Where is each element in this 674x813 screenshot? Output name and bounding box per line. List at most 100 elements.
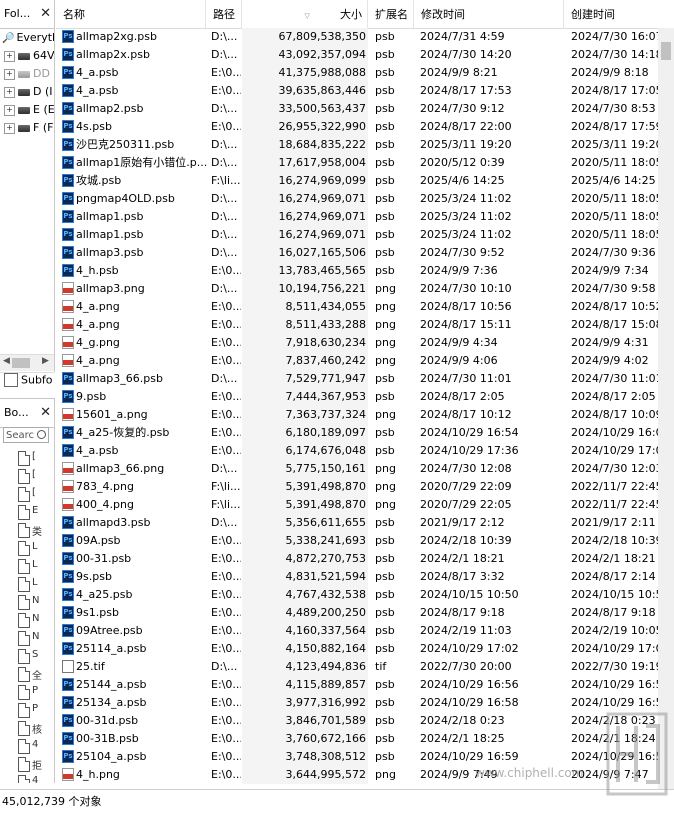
file-size: 8,511,434,055 xyxy=(242,298,368,316)
scroll-right-icon[interactable]: ▶ xyxy=(42,356,49,366)
drive-icon xyxy=(18,124,30,132)
expand-icon[interactable]: + xyxy=(4,50,15,62)
table-row[interactable]: Ps 9.psb E:\0... 7,444,367,953 psb 2024/8/17 … xyxy=(56,388,674,406)
table-row[interactable]: Ps 4_a25.psb E:\0... 4,767,432,538 psb 2024/1… xyxy=(56,586,674,604)
table-row[interactable]: Ps 4_a.psb E:\0... 41,375,988,088 psb 2024/9/… xyxy=(56,64,674,82)
column-modified[interactable]: 修改时间 xyxy=(414,0,564,28)
table-row[interactable]: 4_a.png E:\0... 8,511,434,055 png 2024/8/17 … xyxy=(56,298,674,316)
table-row[interactable]: Ps 4_a25-恢复的.psb E:\0... 6,180,189,097 psb 20… xyxy=(56,424,674,442)
folders-pane-title: Fol... ✕ xyxy=(0,0,54,29)
file-size: 3,977,316,992 xyxy=(242,694,368,712)
bookmark-item-label: L xyxy=(32,559,38,570)
folder-tree-item[interactable]: + F (F xyxy=(0,119,54,137)
drive-icon xyxy=(18,106,30,114)
table-row[interactable]: 783_4.png F:\li... 5,391,498,870 png 2020/7/… xyxy=(56,478,674,496)
table-row[interactable]: 4_a.png E:\0... 8,511,433,288 png 2024/8/17 … xyxy=(56,316,674,334)
file-extension: psb xyxy=(375,66,395,79)
sort-descending-icon: ▽ xyxy=(304,12,310,20)
table-row[interactable]: Ps 00-31B.psb E:\0... 3,760,672,166 psb 2024/… xyxy=(56,730,674,748)
file-extension: psb xyxy=(375,192,395,205)
table-row[interactable]: Ps allmap2x.psb D:\... 43,092,357,094 psb 202… xyxy=(56,46,674,64)
file-path: E:\0... xyxy=(211,354,241,367)
table-row[interactable]: Ps 25114_a.psb E:\0... 4,150,882,164 psb 2024… xyxy=(56,640,674,658)
bookmark-item-label: 4 xyxy=(32,739,39,750)
file-extension: psb xyxy=(375,156,395,169)
file-name: 4_g.png xyxy=(76,336,120,349)
folder-tree-item[interactable]: + E (E xyxy=(0,101,54,119)
file-name: allmap3.png xyxy=(76,282,145,295)
table-row[interactable]: Ps 沙巴克250311.psb D:\... 18,684,835,222 psb 20… xyxy=(56,136,674,154)
table-row[interactable]: 25.tif D:\... 4,123,494,836 tif 2022/7/30 20… xyxy=(56,658,674,676)
table-row[interactable]: Ps 00-31.psb E:\0... 4,872,270,753 psb 2024/2… xyxy=(56,550,674,568)
table-row[interactable]: Ps 4_h.psb E:\0... 13,783,465,565 psb 2024/9/… xyxy=(56,262,674,280)
include-subfolders-checkbox[interactable] xyxy=(4,373,18,387)
folder-tree-item[interactable]: + DD xyxy=(0,65,54,83)
column-extension[interactable]: 扩展名 xyxy=(368,0,414,28)
column-path[interactable]: 路径 xyxy=(206,0,242,28)
psb-file-icon: Ps xyxy=(62,228,74,241)
expand-icon[interactable]: + xyxy=(4,104,15,116)
table-row[interactable]: Ps 9s1.psb E:\0... 4,489,200,250 psb 2024/8/1… xyxy=(56,604,674,622)
table-row[interactable]: Ps 4_a.psb E:\0... 6,174,676,048 psb 2024/10/… xyxy=(56,442,674,460)
folders-horizontal-scrollbar[interactable]: ◀ ▶ xyxy=(0,354,54,371)
column-name[interactable]: 名称 xyxy=(56,0,206,28)
folder-tree-item[interactable]: +64V xyxy=(0,47,54,65)
table-row[interactable]: Ps allmap1.psb D:\... 16,274,969,071 psb 2025… xyxy=(56,226,674,244)
include-subfolders-row[interactable]: Subfo xyxy=(0,372,54,395)
table-row[interactable]: 400_4.png F:\li... 5,391,498,870 png 2020/7/… xyxy=(56,496,674,514)
table-row[interactable]: Ps allmapd3.psb D:\... 5,356,611,655 psb 2021… xyxy=(56,514,674,532)
vertical-scrollbar[interactable] xyxy=(658,28,674,789)
table-row[interactable]: Ps 09Atree.psb E:\0... 4,160,337,564 psb 2024… xyxy=(56,622,674,640)
expand-icon[interactable]: + xyxy=(4,86,15,98)
column-created[interactable]: 创建时间 xyxy=(564,0,674,28)
expand-icon[interactable]: + xyxy=(4,68,15,80)
file-path: F:\li... xyxy=(211,480,241,493)
table-row[interactable]: allmap3_66.png D:\... 5,775,150,161 png 2024… xyxy=(56,460,674,478)
table-row[interactable]: Ps allmap2.psb D:\... 33,500,563,437 psb 2024… xyxy=(56,100,674,118)
psb-file-icon: Ps xyxy=(62,516,74,529)
table-row[interactable]: Ps allmap3_66.psb D:\... 7,529,771,947 psb 20… xyxy=(56,370,674,388)
table-row[interactable]: Ps allmap1.psb D:\... 16,274,969,071 psb 2025… xyxy=(56,208,674,226)
table-row[interactable]: Ps pngmap4OLD.psb D:\... 16,274,969,071 psb 2… xyxy=(56,190,674,208)
table-row[interactable]: Ps 4_a.psb E:\0... 39,635,863,446 psb 2024/8/… xyxy=(56,82,674,100)
table-row[interactable]: Ps allmap2xg.psb D:\... 67,809,538,350 psb 20… xyxy=(56,28,674,46)
table-row[interactable]: 4_a.png E:\0... 7,837,460,242 png 2024/9/9 4… xyxy=(56,352,674,370)
file-path: E:\0... xyxy=(211,642,241,655)
table-row[interactable]: 15601_a.png E:\0... 7,363,737,324 png 2024/8… xyxy=(56,406,674,424)
table-row[interactable]: Ps 9s.psb E:\0... 4,831,521,594 psb 2024/8/17… xyxy=(56,568,674,586)
psb-file-icon: Ps xyxy=(62,552,74,565)
table-row[interactable]: Ps allmap1原始有小错位.p... D:\... 17,617,958,004… xyxy=(56,154,674,172)
expand-icon[interactable]: + xyxy=(4,122,15,134)
document-icon xyxy=(18,595,30,610)
table-row[interactable]: Ps 00-31d.psb E:\0... 3,846,701,589 psb 2024/… xyxy=(56,712,674,730)
table-row[interactable]: Ps allmap3.psb D:\... 16,027,165,506 psb 2024… xyxy=(56,244,674,262)
table-row[interactable]: Ps 攻城.psb F:\li... 16,274,969,099 psb 2025/4/… xyxy=(56,172,674,190)
table-row[interactable]: allmap3.png D:\... 10,194,756,221 png 2024/7… xyxy=(56,280,674,298)
scrollbar-thumb[interactable] xyxy=(12,358,30,368)
table-row[interactable]: Ps 4s.psb E:\0... 26,955,322,990 psb 2024/8/1… xyxy=(56,118,674,136)
bookmarks-search-input[interactable]: Searc xyxy=(3,427,49,443)
psb-file-icon: Ps xyxy=(62,714,74,727)
table-row[interactable]: 4_g.png E:\0... 7,918,630,234 png 2024/9/9 4… xyxy=(56,334,674,352)
close-icon[interactable]: ✕ xyxy=(40,399,51,427)
scroll-left-icon[interactable]: ◀ xyxy=(3,356,10,366)
table-row[interactable]: Ps 25144_a.psb E:\0... 4,115,889,857 psb 2024… xyxy=(56,676,674,694)
scrollbar-thumb[interactable] xyxy=(661,42,671,60)
folder-tree-item[interactable]: + D (I xyxy=(0,83,54,101)
close-icon[interactable]: ✕ xyxy=(40,0,51,28)
document-icon xyxy=(18,469,30,484)
column-size[interactable]: ▽ 大小 xyxy=(242,0,368,28)
file-path: D:\... xyxy=(211,462,238,475)
folder-tree-item[interactable]: 🔎 Everyth xyxy=(0,29,54,47)
folder-tree-item-label: F (F xyxy=(33,121,54,134)
file-name: allmap1.psb xyxy=(76,228,144,241)
file-size: 7,837,460,242 xyxy=(242,352,368,370)
table-row[interactable]: Ps 25104_a.psb E:\0... 3,748,308,512 psb 2024… xyxy=(56,748,674,766)
file-extension: psb xyxy=(375,714,395,727)
file-extension: psb xyxy=(375,210,395,223)
table-row[interactable]: Ps 09A.psb E:\0... 5,338,241,693 psb 2024/2/1… xyxy=(56,532,674,550)
file-extension: psb xyxy=(375,102,395,115)
file-name: 25144_a.psb xyxy=(76,678,147,691)
png-file-icon xyxy=(62,408,74,421)
table-row[interactable]: Ps 25134_a.psb E:\0... 3,977,316,992 psb 2024… xyxy=(56,694,674,712)
